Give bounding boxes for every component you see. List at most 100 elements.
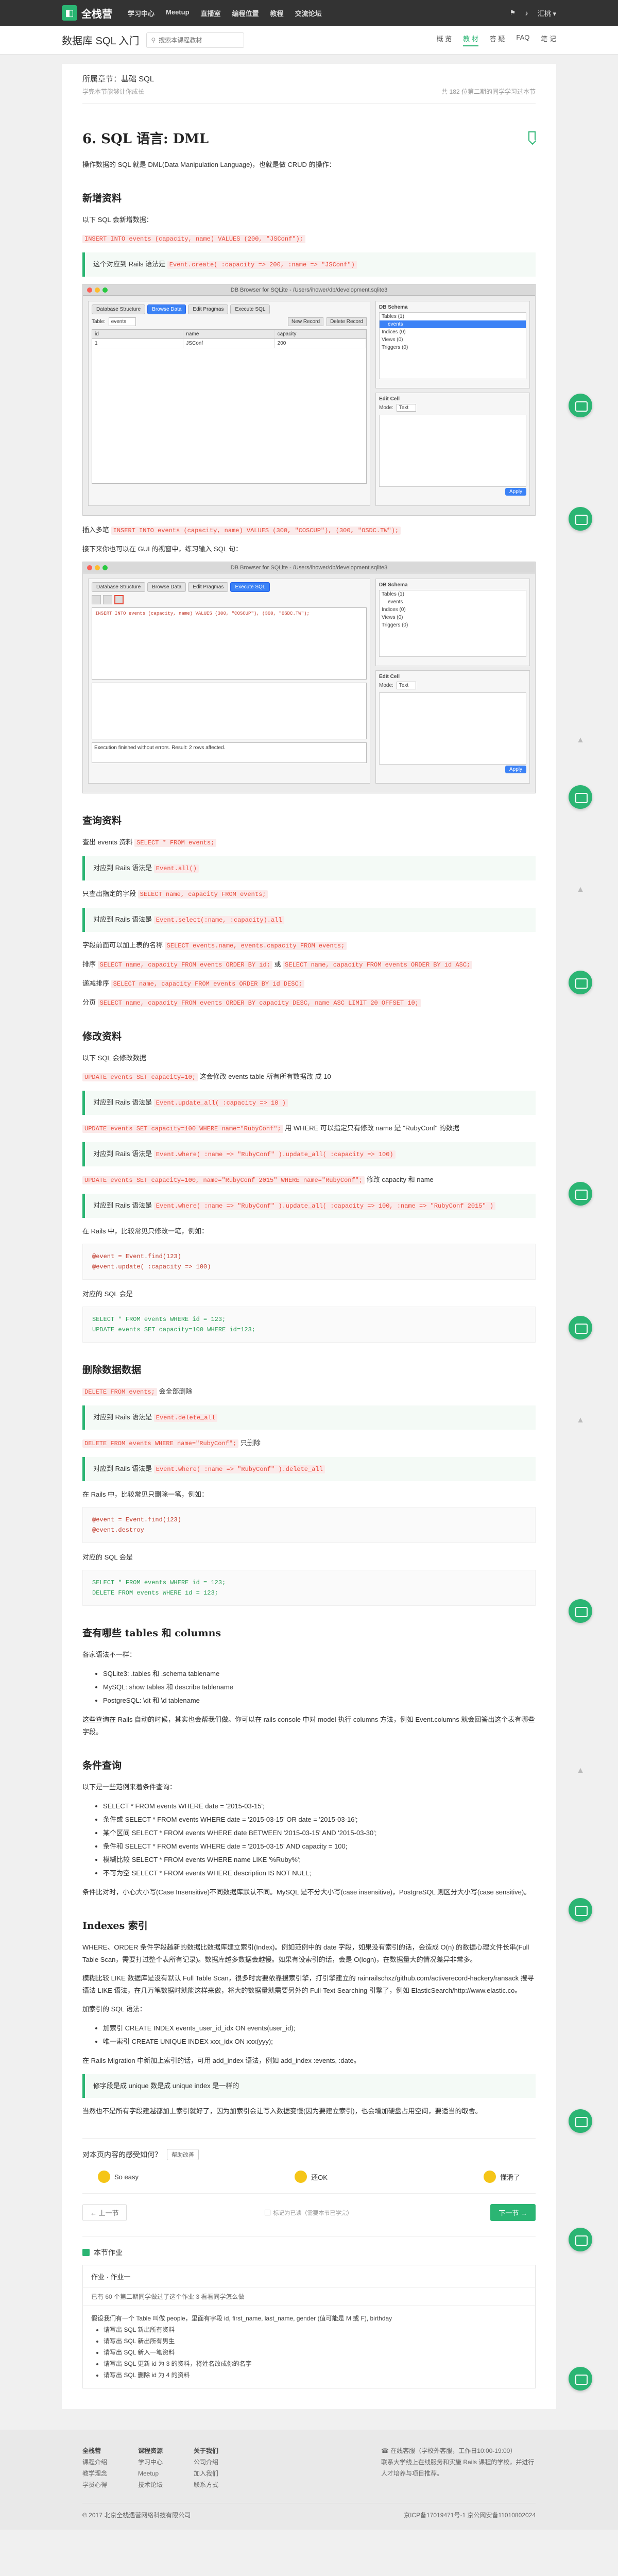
feedback-confused[interactable]: 懂滑了 bbox=[483, 2171, 520, 2183]
feedback-easy[interactable]: So easy bbox=[98, 2171, 139, 2183]
thumb-up-icon[interactable]: ▲ bbox=[574, 734, 587, 747]
paragraph: 查出 events 资料 SELECT * FROM events; bbox=[82, 836, 536, 849]
contact-line[interactable]: ☎ 在线客服（学校外客服，工作日10:00-19:00） bbox=[381, 2445, 536, 2456]
delete-record-button: Delete Record bbox=[327, 317, 367, 326]
data-grid: id name capacity 1 JSConf 200 bbox=[92, 329, 367, 484]
user-menu[interactable]: 汇桃 ▾ bbox=[538, 8, 556, 18]
article: 6. SQL 语言: DML 操作数据的 SQL 就是 DML(Data Man… bbox=[62, 104, 556, 2221]
brand-logo[interactable]: ◧ 全栈营 bbox=[62, 5, 112, 21]
table-select: events bbox=[108, 317, 136, 326]
mode-row: Mode: Text bbox=[379, 682, 526, 689]
mark-read[interactable]: 标记为已读（需要本节已学完） bbox=[264, 2209, 353, 2217]
footer-link[interactable]: 技术论坛 bbox=[138, 2479, 163, 2490]
footer-link[interactable]: 学员心得 bbox=[82, 2479, 107, 2490]
nav-item[interactable]: 教程 bbox=[270, 8, 284, 18]
thumb-up-icon[interactable]: ▲ bbox=[574, 1414, 587, 1427]
text: 用 WHERE 可以指定只有修改 name 是 "RubyConf" 的数据 bbox=[285, 1124, 459, 1132]
logo-icon: ◧ bbox=[62, 5, 77, 21]
floating-chat-button[interactable] bbox=[569, 1182, 592, 1206]
nav-item[interactable]: 学习中心 bbox=[128, 8, 154, 18]
footer-col: 课程资源 学习中心 Meetup 技术论坛 bbox=[138, 2445, 163, 2490]
floating-chat-button[interactable] bbox=[569, 971, 592, 994]
footer-link[interactable]: Meetup bbox=[138, 2468, 163, 2479]
next-lesson-button[interactable]: 下一节 → bbox=[490, 2204, 536, 2221]
brand-name: 全栈营 bbox=[81, 8, 112, 20]
text: 或 bbox=[274, 960, 281, 968]
mode-label: Mode: bbox=[379, 683, 393, 688]
section-heading: Indexes 索引 bbox=[82, 1920, 148, 1931]
homework-icon bbox=[82, 2249, 90, 2256]
floating-chat-button[interactable] bbox=[569, 1316, 592, 1340]
schema-tree: Tables (1) events Indices (0) Views (0) … bbox=[379, 312, 526, 379]
floating-chat-button[interactable] bbox=[569, 1898, 592, 1922]
chapter-name[interactable]: 所属章节：基础 SQL bbox=[82, 73, 154, 84]
floating-chat-button[interactable] bbox=[569, 507, 592, 531]
footer-link[interactable]: 公司介绍 bbox=[194, 2456, 218, 2468]
footer-link[interactable]: 加入我们 bbox=[194, 2468, 218, 2479]
feedback-ok[interactable]: 还OK bbox=[295, 2171, 328, 2183]
nav-item[interactable]: Meetup bbox=[166, 8, 190, 18]
section-heading: 新增资料 bbox=[82, 193, 122, 204]
checkbox-icon[interactable] bbox=[264, 2210, 270, 2215]
nav-item[interactable]: 交流论坛 bbox=[295, 8, 322, 18]
tree-node: Views (0) bbox=[382, 337, 403, 343]
floating-chat-button[interactable] bbox=[569, 2367, 592, 2391]
tab-notes[interactable]: 笔 记 bbox=[541, 33, 556, 46]
grid-row: 1 JSConf 200 bbox=[92, 339, 366, 348]
bullet-list: 加索引 CREATE INDEX events_user_id_idx ON e… bbox=[103, 2022, 536, 2048]
floating-chat-button[interactable] bbox=[569, 785, 592, 809]
footer-link[interactable]: 课程介绍 bbox=[82, 2456, 107, 2468]
panel-title: DB Schema bbox=[379, 582, 408, 588]
page-wrapper: ▲ ▲ ▲ ▲ 所属章节：基础 SQL 学完本节能够让你成长 共 182 位第二… bbox=[26, 64, 592, 2409]
note-block: 对应到 Rails 语法是 Event.where( :name => "Rub… bbox=[82, 1457, 536, 1481]
nav-item[interactable]: 编程位置 bbox=[232, 8, 259, 18]
search-input[interactable] bbox=[159, 36, 240, 44]
footer-link[interactable]: 学习中心 bbox=[138, 2456, 163, 2468]
footer-link[interactable]: 教学理念 bbox=[82, 2468, 107, 2479]
tree-node: Views (0) bbox=[382, 615, 403, 620]
thumb-up-icon[interactable]: ▲ bbox=[574, 883, 587, 896]
chapter-stat: 共 182 位第二期的同学学习过本节 bbox=[441, 88, 536, 95]
floating-chat-button[interactable] bbox=[569, 1599, 592, 1623]
panel-title: Edit Cell bbox=[379, 396, 400, 402]
paragraph: 递减排序 SELECT name, capacity FROM events O… bbox=[82, 977, 536, 990]
text: 只删除 bbox=[240, 1439, 261, 1447]
list-item: 模糊比较 SELECT * FROM events WHERE name LIK… bbox=[103, 1853, 536, 1867]
list-item: 请写出 SQL 新出所有男生 bbox=[104, 2335, 527, 2347]
tab-qa[interactable]: 答 疑 bbox=[490, 33, 505, 46]
apply-button: Apply bbox=[505, 766, 526, 773]
note-text: 对应到 Rails 语法是 bbox=[93, 1201, 152, 1209]
feedback-panel: 对本页内容的感受如何？ 帮助改善 So easy 还OK 懂滑了 bbox=[82, 2138, 536, 2194]
assignment-meta[interactable]: 已有 60 个第二期同学做过了这个作业 3 看看同学怎么做 bbox=[83, 2288, 535, 2306]
floating-chat-button[interactable] bbox=[569, 394, 592, 417]
grid-cell: 200 bbox=[275, 339, 366, 348]
footer-link[interactable]: 联系方式 bbox=[194, 2479, 218, 2490]
homework-header: 本节作业 bbox=[82, 2247, 536, 2258]
thumb-up-icon[interactable]: ▲ bbox=[574, 1764, 587, 1777]
paragraph: 这些查询在 Rails 自动的时候，其实也会帮我们做。你可以在 rails co… bbox=[82, 1716, 535, 1736]
prev-lesson-button[interactable]: ← 上一节 bbox=[82, 2204, 127, 2221]
main-nav: 学习中心 Meetup 直播室 编程位置 教程 交流论坛 bbox=[128, 8, 510, 18]
paragraph: 操作数据的 SQL 就是 DML(Data Manipulation Langu… bbox=[82, 161, 336, 168]
feedback-tag[interactable]: 帮助改善 bbox=[167, 2149, 199, 2160]
message-icon[interactable]: ♪ bbox=[525, 9, 528, 17]
assignment-title[interactable]: 作业 · 作业一 bbox=[83, 2265, 535, 2288]
tab-materials[interactable]: 教 材 bbox=[463, 33, 478, 46]
bullet-list: SQLite3: .tables 和 .schema tablename MyS… bbox=[103, 1667, 536, 1707]
floating-chat-button[interactable] bbox=[569, 2228, 592, 2251]
tab-faq[interactable]: FAQ bbox=[516, 33, 529, 46]
cell-editor bbox=[379, 692, 526, 765]
tab-overview[interactable]: 概 览 bbox=[436, 33, 452, 46]
tree-node: Indices (0) bbox=[382, 329, 406, 335]
course-title[interactable]: 数据库 SQL 入门 bbox=[62, 32, 139, 47]
note-text: 对应到 Rails 语法是 bbox=[93, 1413, 152, 1421]
nav-item[interactable]: 直播室 bbox=[201, 8, 221, 18]
notification-icon[interactable]: ⚑ bbox=[510, 9, 516, 17]
grid-col: name bbox=[183, 330, 275, 338]
window-title: DB Browser for SQLite - /Users/ihower/db… bbox=[83, 562, 535, 573]
floating-chat-button[interactable] bbox=[569, 2109, 592, 2133]
bookmark-icon[interactable] bbox=[528, 131, 536, 141]
execute-icon bbox=[114, 595, 124, 604]
top-navbar: ◧ 全栈营 学习中心 Meetup 直播室 编程位置 教程 交流论坛 ⚑ ♪ 汇… bbox=[0, 0, 618, 26]
schema-panel: DB Schema Tables (1) events Indices (0) … bbox=[375, 579, 530, 666]
